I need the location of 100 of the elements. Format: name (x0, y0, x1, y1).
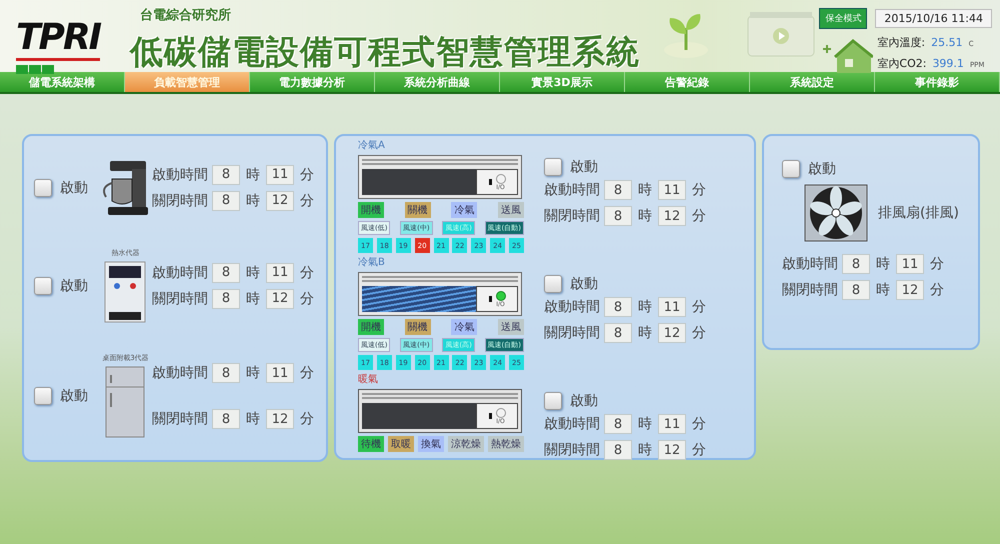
mode-button[interactable]: 關機 (404, 319, 431, 335)
checkbox[interactable] (34, 178, 52, 197)
unit-name: 暖氣 (358, 374, 379, 386)
minute-field[interactable]: 11 (658, 180, 686, 200)
minute-unit: 分 (300, 410, 314, 428)
device-caption: 排風扇(排風) (878, 204, 959, 222)
time-label: 關閉時間 (152, 410, 208, 428)
hour-unit: 時 (246, 364, 260, 382)
hour-unit: 時 (876, 255, 890, 273)
start-label: 啟動 (60, 276, 88, 295)
minute-field[interactable]: 12 (658, 206, 686, 226)
hour-field[interactable]: 8 (212, 409, 240, 430)
hour-unit: 時 (638, 181, 652, 199)
mode-button[interactable]: 取暖 (388, 436, 414, 452)
organization-name: 台電綜合研究所 (140, 6, 232, 24)
start-label: 啟動 (60, 178, 88, 197)
checkbox[interactable] (544, 158, 562, 176)
mode-button[interactable]: 換氣 (418, 436, 444, 452)
time-label: 啟動時間 (152, 264, 208, 282)
mode-button[interactable]: 開機 (358, 202, 384, 218)
hour-field[interactable]: 8 (604, 414, 632, 434)
hour-unit: 時 (638, 207, 652, 225)
unit-name: 冷氣A (358, 140, 386, 152)
minute-field[interactable]: 12 (266, 409, 294, 430)
system-title: 低碳儲電設備可程式智慧管理系統 (130, 31, 640, 73)
reading-label: 室內CO2: (877, 56, 926, 71)
minute-field[interactable]: 11 (266, 262, 294, 283)
hour-field[interactable]: 8 (604, 440, 632, 460)
hour-unit: 時 (638, 324, 652, 342)
minute-field[interactable]: 12 (896, 280, 924, 300)
minute-field[interactable]: 11 (896, 254, 924, 274)
hour-field[interactable]: 8 (842, 254, 870, 274)
checkbox[interactable] (34, 276, 52, 295)
minute-unit: 分 (692, 324, 706, 342)
hour-unit: 時 (246, 410, 260, 428)
minute-field[interactable]: 11 (266, 164, 294, 185)
time-label: 啟動時間 (544, 181, 600, 199)
minute-field[interactable]: 11 (658, 414, 686, 434)
mode-button[interactable]: 冷氣 (451, 202, 478, 218)
time-label: 啟動時間 (152, 364, 208, 382)
minute-field[interactable]: 12 (658, 440, 686, 460)
mode-button[interactable]: 熱乾燥 (488, 436, 524, 452)
mode-button[interactable]: 開機 (358, 319, 384, 335)
minute-unit: 分 (300, 364, 314, 382)
minute-field[interactable]: 11 (266, 363, 294, 384)
time-label: 關閉時間 (544, 207, 600, 225)
time-label: 啟動時間 (152, 166, 208, 184)
minute-unit: 分 (300, 290, 314, 308)
hour-field[interactable]: 8 (212, 288, 240, 309)
time-label: 啟動時間 (544, 298, 600, 316)
checkbox[interactable] (544, 275, 562, 293)
unit-name: 冷氣B (358, 257, 386, 269)
hour-field[interactable]: 8 (212, 164, 240, 185)
logo: TPRI (16, 18, 100, 61)
time-label: 關閉時間 (544, 324, 600, 342)
reading-value: 399.1 (932, 57, 964, 70)
minute-field[interactable]: 12 (266, 288, 294, 309)
mode-button[interactable]: 送風 (498, 319, 524, 335)
minute-unit: 分 (692, 207, 706, 225)
minute-unit: 分 (692, 298, 706, 316)
start-label: 啟動 (570, 392, 598, 410)
squares-icon (16, 65, 56, 74)
mode-button[interactable]: 關機 (404, 202, 431, 218)
datetime-display: 2015/10/16 11:44 (875, 9, 992, 28)
start-label: 啟動 (60, 387, 88, 406)
mode-button[interactable]: 涼乾燥 (448, 436, 484, 452)
minute-field[interactable]: 11 (658, 297, 686, 317)
minute-unit: 分 (300, 192, 314, 210)
hour-unit: 時 (638, 415, 652, 433)
minute-unit: 分 (692, 181, 706, 199)
hour-field[interactable]: 8 (604, 297, 632, 317)
time-label: 啟動時間 (544, 415, 600, 433)
hour-field[interactable]: 8 (212, 262, 240, 283)
hour-unit: 時 (246, 192, 260, 210)
start-label: 啟動 (570, 275, 598, 293)
minute-unit: 分 (930, 255, 944, 273)
start-label: 啟動 (570, 158, 598, 176)
time-label: 關閉時間 (152, 290, 208, 308)
hour-unit: 時 (246, 290, 260, 308)
checkbox[interactable] (34, 387, 52, 406)
mode-button[interactable]: 送風 (498, 202, 524, 218)
hour-field[interactable]: 8 (604, 206, 632, 226)
mode-button[interactable]: 保全模式 (819, 8, 868, 29)
hour-unit: 時 (246, 264, 260, 282)
mode-button[interactable]: 待機 (358, 436, 384, 452)
minute-field[interactable]: 12 (266, 190, 294, 211)
time-label: 啟動時間 (782, 255, 838, 273)
checkbox[interactable] (782, 160, 800, 178)
start-label: 啟動 (808, 160, 836, 178)
hour-field[interactable]: 8 (212, 190, 240, 211)
minute-field[interactable]: 12 (658, 323, 686, 343)
hour-field[interactable]: 8 (604, 323, 632, 343)
checkbox[interactable] (544, 392, 562, 410)
hour-field[interactable]: 8 (842, 280, 870, 300)
reading-value: 25.51 (931, 36, 963, 49)
hour-field[interactable]: 8 (604, 180, 632, 200)
hour-field[interactable]: 8 (212, 363, 240, 384)
mode-button[interactable]: 冷氣 (451, 319, 478, 335)
hour-unit: 時 (638, 298, 652, 316)
minute-unit: 分 (692, 415, 706, 433)
